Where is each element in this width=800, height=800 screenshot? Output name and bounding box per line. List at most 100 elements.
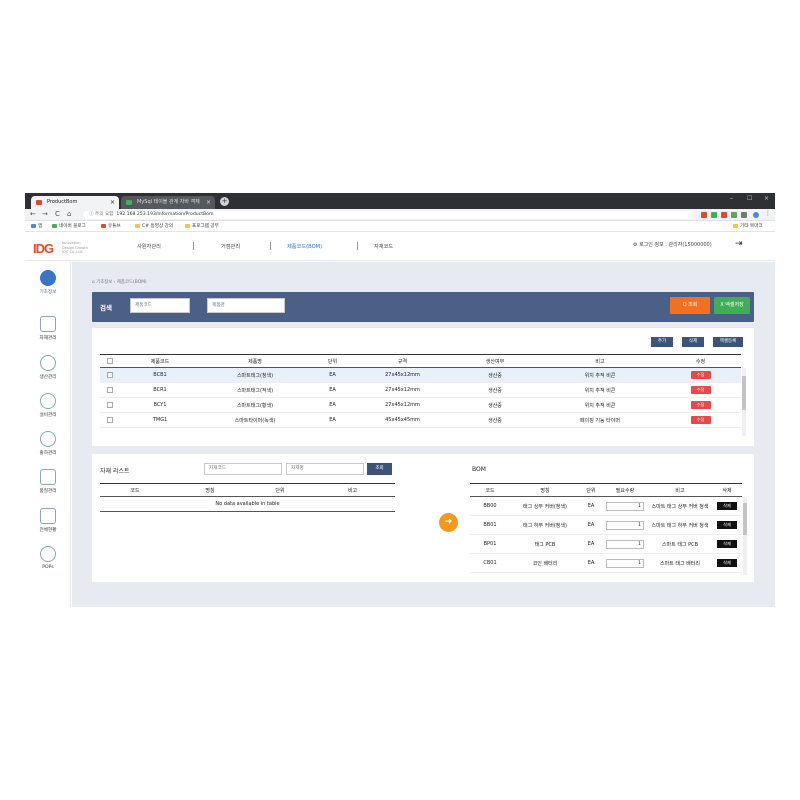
excel-save-button[interactable]: X 엑셀저장	[714, 297, 750, 314]
maximize-icon[interactable]: ☐	[747, 195, 752, 202]
material-code-input[interactable]: 자재코드	[204, 463, 282, 475]
extension-icon[interactable]	[711, 212, 717, 218]
quantity-input[interactable]: 1	[606, 520, 644, 530]
menu-employee[interactable]: 사원자관리	[137, 243, 161, 250]
table-row[interactable]: BCY1 스마트태그(황색) EA 27x45x12mm 생산중 위치 추적 비…	[100, 397, 741, 413]
product-table-scrollbar[interactable]	[742, 368, 746, 436]
row-select-cell	[100, 412, 120, 428]
column-header: 단위	[250, 483, 310, 497]
sidebar-item-overview[interactable]: 전체현황	[33, 508, 63, 533]
extension-icon[interactable]	[721, 212, 727, 218]
quantity-input[interactable]: 1	[606, 501, 644, 511]
table-row[interactable]: BB01 태그 하부 커버(청색) EA 1 스마트 태그 하부 커버 청색 삭…	[470, 515, 742, 535]
delete-button[interactable]: 삭제	[717, 559, 737, 567]
sidebar-item-basic-info[interactable]: 기초정보	[33, 270, 63, 295]
delete-button[interactable]: 삭제	[717, 540, 737, 548]
product-code-input[interactable]: 제품코드	[130, 298, 190, 313]
sidebar-item-pops[interactable]: POPs	[33, 546, 63, 570]
close-window-icon[interactable]: ×	[764, 195, 769, 202]
browser-tab-productbom[interactable]: ProductBom ×	[31, 196, 119, 209]
pie-icon	[40, 393, 56, 409]
material-query-button[interactable]: 조회	[367, 463, 392, 475]
edit-button[interactable]: 수정	[690, 386, 711, 394]
menu-product-bom[interactable]: 제품코드(BOM)	[287, 243, 322, 250]
row-checkbox[interactable]	[107, 401, 113, 408]
security-indicator[interactable]: ⓘ 주의 요함	[89, 212, 113, 217]
cell-note: 위치 추적 비콘	[540, 397, 660, 413]
company-logo-subtitle: Innovation Design Growth IDG Co.,Ltd.	[62, 241, 88, 254]
table-row[interactable]: BB00 태그 상부 커버(청색) EA 1 스마트 태그 상부 커버 청색 삭…	[470, 496, 742, 516]
reload-icon[interactable]: C	[55, 210, 60, 218]
excel-import-button[interactable]: 엑셀등록	[713, 337, 743, 347]
cell-code: BCR1	[120, 382, 200, 398]
close-tab-icon[interactable]: ×	[110, 196, 115, 209]
quantity-input[interactable]: 1	[606, 558, 644, 568]
company-logo[interactable]: IDG	[33, 241, 54, 256]
profile-avatar-icon[interactable]	[753, 212, 759, 218]
edit-button[interactable]: 수정	[690, 416, 711, 424]
product-name-input[interactable]: 제품명	[207, 298, 285, 313]
menu-material[interactable]: 자재코드	[374, 243, 393, 250]
table-row[interactable]: BP01 태그 PCB EA 1 스마트 태그 PCB 삭제	[470, 534, 742, 554]
url-field[interactable]: ⓘ 주의 요함 192.168.253.193/Information/Produ…	[83, 211, 695, 219]
material-name-input[interactable]: 자재명	[286, 463, 364, 475]
browser-tab-mysql[interactable]: MySql 테이블 관계 자바 객체 ×	[121, 196, 215, 209]
cell-note: 위치 추적 비콘	[540, 382, 660, 398]
bookmark-item[interactable]: 네이버 블로그	[52, 221, 86, 232]
back-icon[interactable]: ←	[30, 210, 36, 218]
login-info: ⚙ 로그인 정보 : 관리자(15000000)	[633, 242, 712, 248]
quantity-input[interactable]: 1	[606, 539, 644, 549]
home-icon[interactable]: ⌂	[67, 210, 71, 218]
cell-edit: 수정	[660, 367, 741, 383]
add-button[interactable]: 추가	[651, 337, 673, 347]
logout-icon[interactable]: ⇥	[735, 239, 743, 249]
column-header: 단위	[310, 354, 355, 368]
sidebar-item-quality[interactable]: 품질관리	[33, 469, 63, 494]
delete-button[interactable]: 삭제	[682, 337, 704, 347]
column-header: 규격	[355, 354, 450, 368]
screenshot: ProductBom × MySql 테이블 관계 자바 객체 × + – ☐ …	[25, 193, 775, 607]
edit-button[interactable]: 수정	[690, 401, 711, 409]
menu-location[interactable]: 거점관리	[221, 243, 240, 250]
extension-icon[interactable]	[731, 212, 737, 218]
close-tab-icon[interactable]: ×	[206, 196, 211, 209]
sidebar-item-material[interactable]: 자재관리	[33, 316, 63, 341]
new-tab-button[interactable]: +	[220, 197, 229, 206]
edit-button[interactable]: 수정	[690, 371, 711, 379]
column-header: 삭제	[712, 483, 742, 497]
scrollbar-thumb[interactable]	[742, 376, 746, 410]
bookmark-apps[interactable]: 앱	[31, 221, 42, 232]
extension-icon[interactable]	[741, 212, 747, 218]
table-row[interactable]: BCB1 스마트태그(청색) EA 27x45x12mm 생산중 위치 추적 비…	[100, 367, 741, 383]
add-to-bom-arrow-icon[interactable]: ➜	[439, 513, 458, 532]
extension-icon[interactable]	[701, 212, 707, 218]
sidebar-item-production[interactable]: 생산관리	[33, 355, 63, 380]
breadcrumb: ⌂ 기초정보 › 제품코드(BOM)	[92, 280, 147, 285]
table-row[interactable]: BCR1 스마트태그(적색) EA 27x45x12mm 생산중 위치 추적 비…	[100, 382, 741, 398]
bom-table-scrollbar[interactable]	[743, 497, 747, 575]
table-row[interactable]: TMG1 스마트타이머(녹색) EA 45x45x45mm 생산중 페이징 기능…	[100, 412, 741, 428]
row-checkbox[interactable]	[107, 386, 113, 393]
sidebar-item-equipment[interactable]: 설비관리	[33, 393, 63, 418]
table-row[interactable]: CB01 코인 배터리 EA 1 스마트 태그 배터리 삭제	[470, 553, 742, 573]
scrollbar-thumb[interactable]	[743, 503, 747, 535]
delete-button[interactable]: 삭제	[717, 502, 737, 510]
bookmark-item[interactable]: 유튜브	[101, 221, 121, 232]
flower-icon	[40, 546, 56, 562]
bom-title: BOM	[472, 466, 486, 473]
bookmarks-bar: 앱 네이버 블로그 유튜브 C# 동영상 강의 프로그램 공부 기타 북마크	[25, 221, 775, 232]
select-all-checkbox[interactable]	[107, 357, 113, 364]
bookmark-other[interactable]: 기타 북마크	[733, 221, 763, 232]
empty-row: No data available in table	[100, 496, 395, 512]
browser-menu-icon[interactable]: ⋮	[765, 210, 771, 217]
bookmark-item[interactable]: C# 동영상 강의	[135, 221, 173, 232]
cell-code: BCB1	[120, 367, 200, 383]
row-checkbox[interactable]	[107, 416, 113, 423]
query-button[interactable]: Q 조회	[670, 297, 710, 314]
delete-button[interactable]: 삭제	[717, 521, 737, 529]
sidebar-item-shipping[interactable]: 출하관리	[33, 431, 63, 456]
minimize-icon[interactable]: –	[730, 195, 733, 202]
row-checkbox[interactable]	[107, 371, 113, 378]
bookmark-item[interactable]: 프로그램 공부	[185, 221, 219, 232]
forward-icon[interactable]: →	[42, 210, 48, 218]
